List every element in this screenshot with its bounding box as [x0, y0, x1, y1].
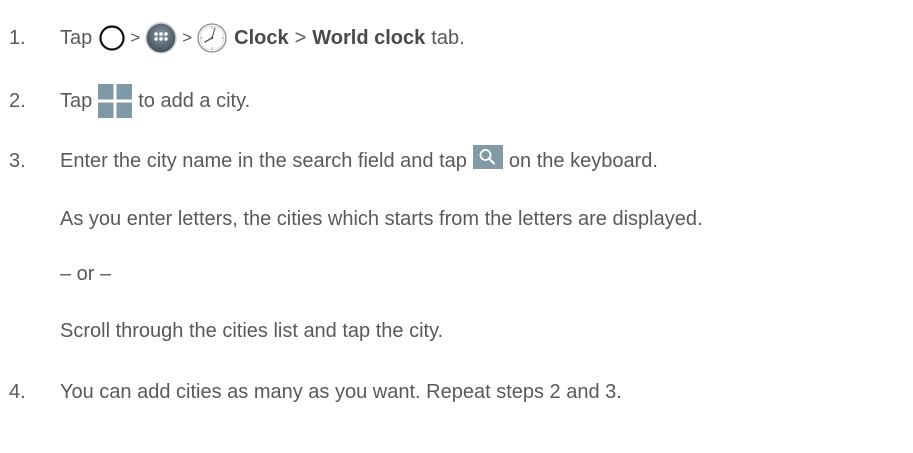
add-plus-icon — [98, 84, 133, 118]
world-clock-label: World clock — [312, 26, 426, 49]
alt-text: Scroll through the cities list and tap t… — [60, 319, 444, 342]
step-number: 4. — [9, 380, 26, 403]
or-text: – or – — [60, 262, 112, 285]
step-text: You can add cities as many as you want. … — [60, 380, 622, 403]
step-text-before: Enter the city name in the search field … — [60, 149, 467, 172]
clock-label: Clock — [234, 26, 289, 49]
separator: > — [294, 26, 307, 49]
tab-label: tab. — [431, 26, 465, 49]
step-text: Tap > > Clock > World clock tab. — [60, 21, 465, 55]
tap-label: Tap — [60, 26, 93, 49]
step-rest: to add a city. — [138, 89, 251, 112]
separator: > — [130, 28, 141, 47]
step-text: Enter the city name in the search field … — [60, 145, 658, 173]
search-icon — [472, 145, 503, 169]
home-circle-icon — [99, 25, 125, 51]
tap-label: Tap — [60, 89, 93, 112]
step-text: Tap to add a city. — [60, 84, 250, 118]
clock-icon — [197, 23, 227, 53]
apps-grid-icon — [145, 22, 177, 54]
step-text-after: on the keyboard. — [508, 149, 658, 172]
separator: > — [182, 28, 193, 47]
step-number: 2. — [9, 89, 26, 112]
note-text: As you enter letters, the cities which s… — [60, 207, 703, 230]
step-number: 1. — [9, 26, 26, 49]
step-number: 3. — [9, 149, 26, 172]
